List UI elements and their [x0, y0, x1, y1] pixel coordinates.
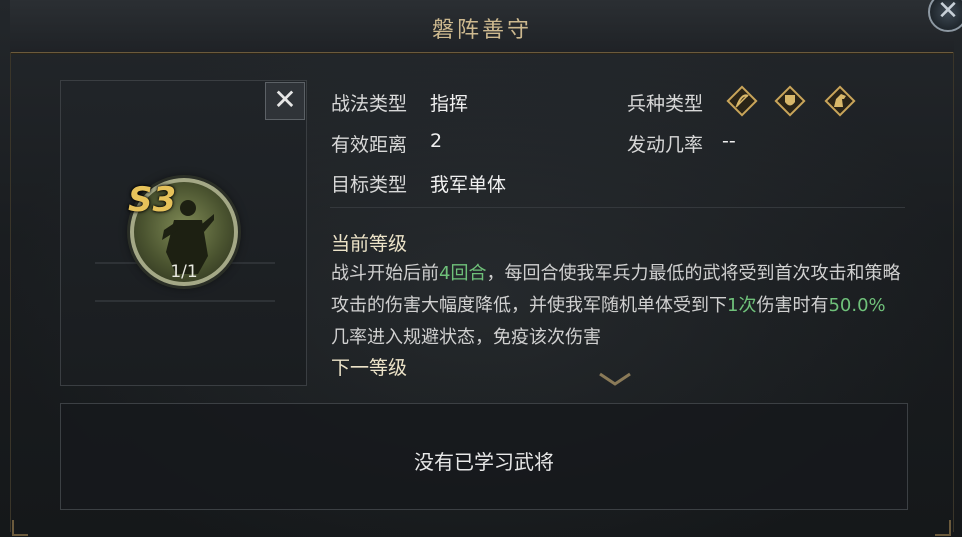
desc-highlight: 50.0% — [828, 295, 886, 316]
target-label: 目标类型 — [331, 174, 408, 196]
desc-text: 伤害时有 — [756, 295, 829, 316]
current-level-title: 当前等级 — [331, 233, 408, 255]
corner-ornament — [12, 520, 28, 536]
title-bar: 磐阵善守 — [10, 0, 954, 53]
next-level-title: 下一等级 — [331, 357, 408, 379]
frame-left-border — [10, 52, 11, 532]
target-value: 我军单体 — [430, 174, 507, 196]
empty-generals-text: 没有已学习武将 — [414, 450, 554, 474]
skill-detail-panel: 磐阵善守 ✕ ✕ 1/1 S3 战法类型 指挥 有效距离 2 目标类型 我军单体… — [0, 0, 962, 537]
desc-highlight: 1次 — [727, 295, 757, 316]
skill-type-label: 战法类型 — [331, 93, 408, 115]
horse-icon — [824, 85, 856, 117]
desc-text: 几率进入规避状态，免疫该次伤害 — [331, 327, 601, 348]
trigger-rate-value: -- — [722, 130, 736, 152]
range-label: 有效距离 — [331, 134, 408, 156]
corner-ornament — [935, 520, 951, 536]
skill-grade-badge: S3 — [128, 180, 177, 220]
shield-icon — [774, 85, 806, 117]
divider — [330, 207, 905, 208]
skill-count: 1/1 — [170, 262, 198, 282]
learned-generals-box: 没有已学习武将 — [60, 403, 908, 510]
range-value: 2 — [430, 130, 443, 152]
frame-right-border — [953, 52, 954, 532]
expand-chevron-icon[interactable] — [598, 372, 632, 386]
trigger-rate-label: 发动几率 — [627, 134, 704, 156]
remove-skill-button[interactable]: ✕ — [265, 82, 305, 120]
bow-icon — [726, 85, 758, 117]
current-level-description: 战斗开始后前4回合，每回合使我军兵力最低的武将受到首次攻击和策略攻击的伤害大幅度… — [331, 258, 901, 354]
troop-type-label: 兵种类型 — [627, 93, 704, 115]
skill-type-value: 指挥 — [430, 93, 469, 115]
desc-highlight: 4回合 — [439, 263, 487, 284]
page-title: 磐阵善守 — [431, 18, 532, 43]
desc-text: 战斗开始后前 — [331, 263, 439, 284]
